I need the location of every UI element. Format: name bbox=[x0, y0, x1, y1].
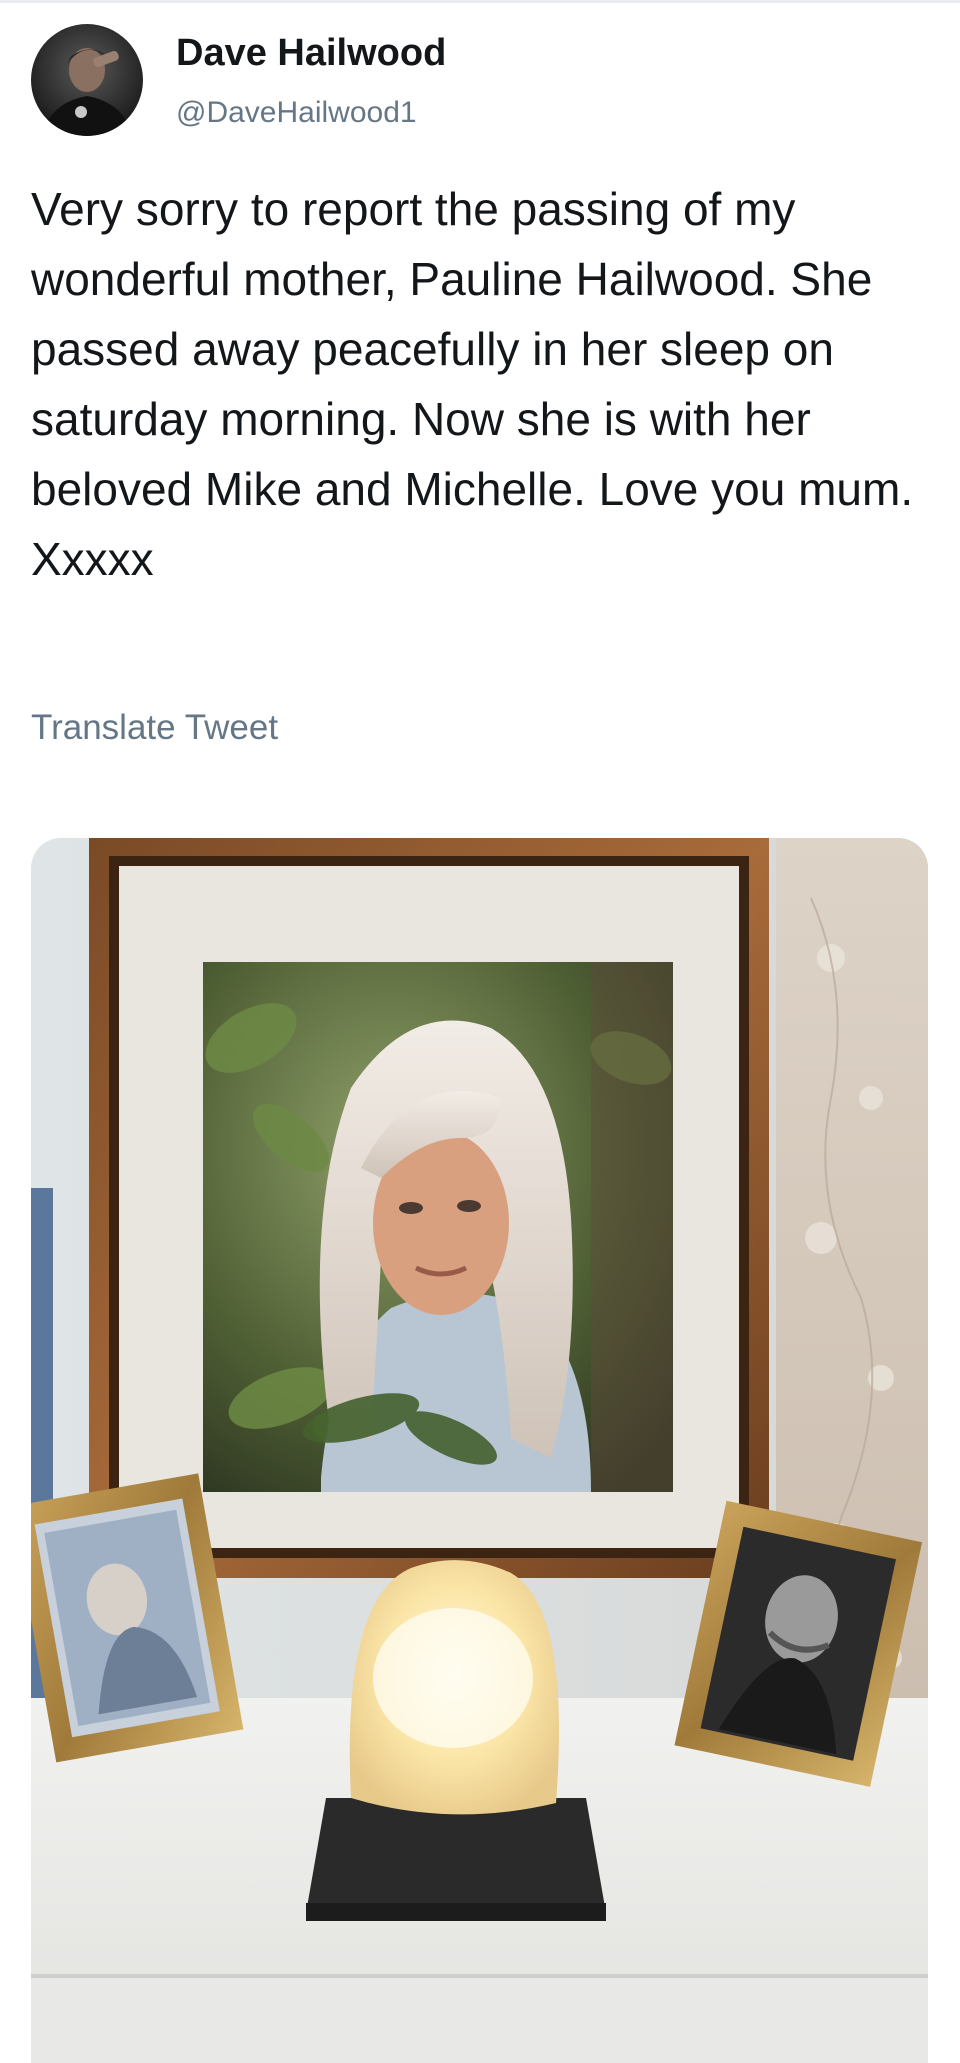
translate-tweet-link[interactable]: Translate Tweet bbox=[31, 708, 278, 748]
tweet-photo[interactable] bbox=[31, 838, 928, 2063]
author-avatar[interactable] bbox=[31, 24, 143, 136]
top-divider bbox=[0, 0, 960, 3]
author-handle[interactable]: @DaveHailwood1 bbox=[176, 96, 417, 130]
tweet-text: Very sorry to report the passing of my w… bbox=[31, 183, 914, 585]
author-name[interactable]: Dave Hailwood bbox=[176, 32, 446, 75]
